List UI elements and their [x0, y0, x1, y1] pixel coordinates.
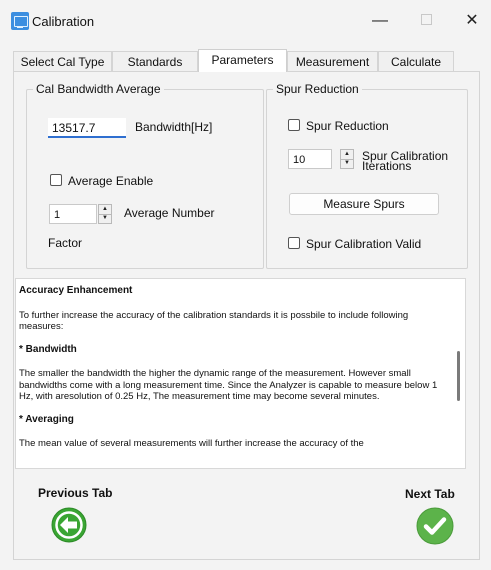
spur-reduction-label: Spur Reduction [306, 119, 389, 133]
maximize-icon [420, 14, 432, 25]
scrollbar[interactable] [453, 279, 465, 468]
close-button[interactable]: ✕ [452, 8, 491, 34]
previous-tab-label: Previous Tab [38, 486, 113, 500]
scrollbar-thumb[interactable] [457, 351, 460, 401]
measure-spurs-button[interactable]: Measure Spurs [289, 193, 439, 215]
spin-down-icon[interactable]: ▼ [341, 159, 353, 168]
average-enable-checkbox[interactable] [50, 174, 62, 186]
spur-iterations-input[interactable]: 10 [288, 149, 332, 169]
average-number-spinner[interactable]: ▲ ▼ [98, 204, 112, 224]
tab-standards[interactable]: Standards [112, 51, 198, 72]
average-number-input[interactable]: 1 [49, 204, 97, 224]
bandwidth-label: Bandwidth[Hz] [135, 120, 213, 134]
tab-calculate[interactable]: Calculate [378, 51, 454, 72]
info-content: Accuracy Enhancement To further increase… [19, 285, 447, 461]
group-title: Cal Bandwidth Average [36, 82, 161, 96]
spin-down-icon[interactable]: ▼ [99, 214, 111, 223]
spur-reduction-checkbox[interactable] [288, 119, 300, 131]
average-number-label: Average Number [124, 206, 215, 220]
info-text-area[interactable]: Accuracy Enhancement To further increase… [15, 278, 466, 469]
bandwidth-text: The smaller the bandwidth the higher the… [19, 368, 438, 402]
info-intro: To further increase the accuracy of the … [19, 309, 409, 333]
next-tab-label: Next Tab [405, 487, 455, 501]
tab-select-cal-type[interactable]: Select Cal Type [13, 51, 112, 72]
title-bar: Calibration — ✕ [0, 0, 491, 42]
averaging-heading: * Averaging [19, 413, 74, 425]
bandwidth-input[interactable]: 13517.7 [48, 118, 126, 138]
factor-label: Factor [48, 236, 83, 250]
average-enable-label: Average Enable [68, 174, 154, 188]
spur-iterations-label: Spur Calibration Iterations [362, 150, 448, 172]
spur-calibration-valid-checkbox[interactable] [288, 237, 300, 249]
arrow-left-icon [51, 507, 87, 543]
minimize-button[interactable]: — [360, 8, 400, 34]
tab-parameters[interactable]: Parameters [198, 49, 287, 72]
previous-tab-button[interactable] [51, 507, 87, 543]
tab-measurement[interactable]: Measurement [287, 51, 378, 72]
info-heading: Accuracy Enhancement [19, 285, 133, 296]
app-icon [11, 12, 29, 30]
spur-iterations-spinner[interactable]: ▲ ▼ [340, 149, 354, 169]
maximize-button[interactable] [406, 8, 446, 34]
window-title: Calibration [32, 14, 95, 29]
group-title: Spur Reduction [276, 82, 359, 96]
averaging-text: The mean value of several measurements w… [19, 438, 364, 449]
spur-calibration-valid-label: Spur Calibration Valid [306, 237, 422, 251]
next-tab-button[interactable] [416, 507, 454, 545]
checkmark-icon [416, 507, 454, 545]
tab-bar: Select Cal Type Standards Parameters Mea… [13, 49, 480, 72]
bandwidth-heading: * Bandwidth [19, 343, 77, 355]
